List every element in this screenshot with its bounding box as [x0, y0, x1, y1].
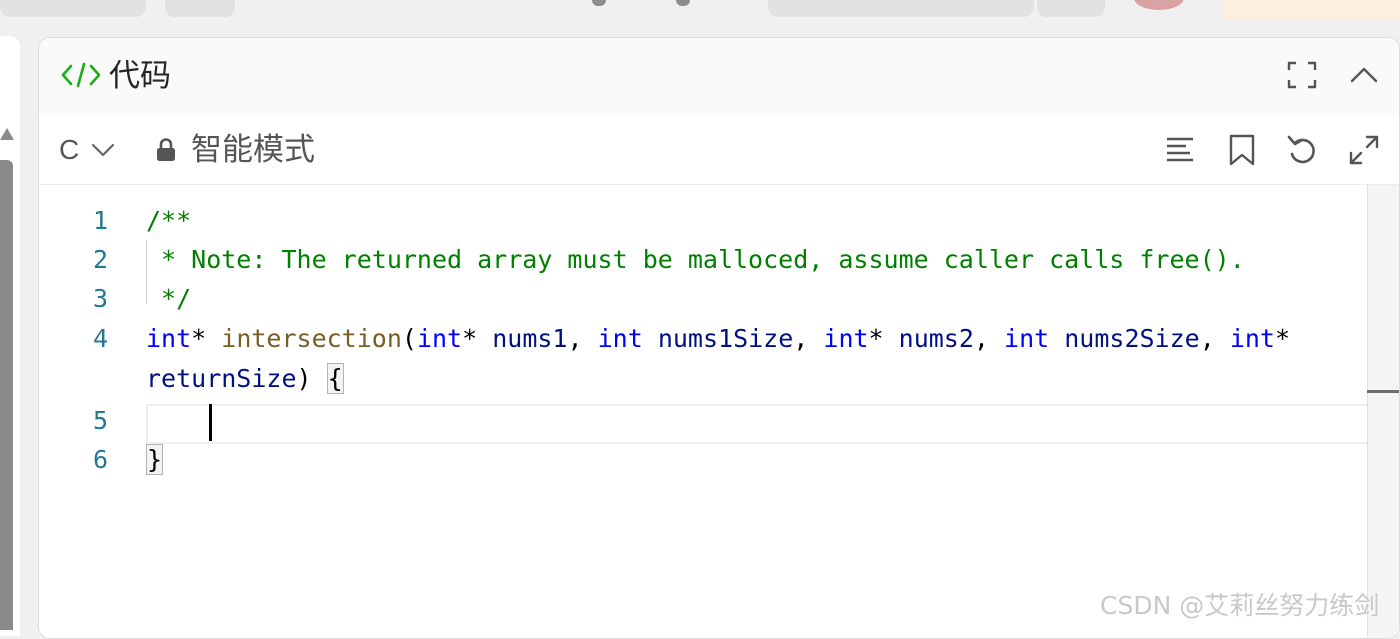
punct-token: ,: [1199, 324, 1230, 353]
punct-token: *: [1274, 324, 1291, 353]
language-label: C: [59, 134, 80, 165]
browser-tab[interactable]: [165, 0, 235, 17]
keyword-token: int: [1004, 324, 1050, 353]
comment-token: /**: [146, 206, 192, 235]
code-line-wrapped: returnSize) {: [39, 359, 1367, 399]
line-number: 6: [92, 445, 108, 474]
function-name-token: intersection: [221, 324, 402, 353]
punct-token: *: [462, 324, 493, 353]
punct-token: ,: [793, 324, 824, 353]
keyword-token: int: [146, 324, 192, 353]
vertical-scrollbar[interactable]: [1367, 185, 1399, 638]
punct-token: (: [401, 324, 417, 353]
punct-token: *: [191, 324, 222, 353]
code-editor[interactable]: 1 /** 2 * Note: The returned array must …: [39, 185, 1399, 638]
line-number: 2: [92, 245, 108, 274]
scroll-up-arrow-icon[interactable]: [0, 128, 14, 140]
fullscreen-icon[interactable]: [1287, 60, 1317, 90]
comment-token: * Note: The returned array must be mallo…: [146, 245, 1245, 274]
expand-icon[interactable]: [1348, 134, 1380, 166]
browser-tab[interactable]: [768, 0, 1034, 17]
scrollbar-cursor-marker: [1367, 390, 1399, 393]
editor-toolbar: C 智能模式: [39, 115, 1399, 185]
bracket-match: {: [326, 363, 344, 394]
lock-icon: [157, 138, 175, 161]
code-line: 3 */: [39, 279, 1367, 319]
code-line: 4 int* intersection(int* nums1, int nums…: [39, 319, 1367, 359]
punct-token: ,: [567, 324, 598, 353]
param-token: nums1: [492, 324, 568, 353]
keyword-token: int: [1229, 324, 1275, 353]
toolbar-icon[interactable]: [676, 0, 690, 6]
mode-indicator[interactable]: 智能模式: [155, 131, 315, 169]
line-number: 5: [92, 406, 108, 435]
punct-token: [1049, 324, 1064, 353]
format-icon[interactable]: [1164, 134, 1196, 166]
code-text: * Note: The returned array must be mallo…: [146, 240, 1245, 280]
line-number: 3: [92, 284, 108, 313]
language-select[interactable]: C: [59, 131, 115, 169]
keyword-token: int: [597, 324, 643, 353]
line-number: 4: [92, 324, 108, 353]
punct-token: ,: [973, 324, 1005, 353]
left-scrollbar-thumb[interactable]: [0, 160, 13, 630]
code-text: */: [146, 279, 191, 319]
code-text: int* intersection(int* nums1, int nums1S…: [146, 319, 1290, 359]
bracket-match: }: [146, 444, 164, 475]
param-token: nums1Size: [657, 324, 794, 353]
panel-header: 代码: [39, 38, 1399, 115]
watermark: CSDN @艾莉丝努力练剑: [1100, 591, 1380, 620]
avatar[interactable]: [1134, 0, 1184, 10]
code-line: 1 /**: [39, 201, 1367, 241]
param-token: nums2Size: [1064, 324, 1200, 353]
punct-token: ): [296, 364, 327, 393]
code-text: /**: [146, 201, 191, 241]
mode-label: 智能模式: [191, 132, 315, 167]
line-number: 1: [92, 206, 108, 235]
param-token: nums2: [898, 324, 974, 353]
undo-icon[interactable]: [1286, 134, 1318, 166]
punct-token: [643, 324, 658, 353]
code-line: 2 * Note: The returned array must be mal…: [39, 240, 1367, 280]
top-right-banner[interactable]: [1222, 0, 1400, 20]
code-line: 5: [39, 401, 1367, 441]
code-line: 6 }: [39, 440, 1367, 480]
browser-tab[interactable]: [1037, 0, 1105, 17]
browser-top-strip: [0, 0, 1400, 20]
toolbar-icon[interactable]: [592, 0, 606, 6]
chevron-up-icon[interactable]: [1349, 60, 1379, 90]
code-panel: 代码 C 智能模式 1 /** 2 * Note: The returned a…: [38, 37, 1400, 639]
code-text: }: [146, 440, 164, 480]
comment-token: */: [146, 284, 192, 313]
code-text: returnSize) {: [146, 359, 344, 399]
chevron-down-icon: [92, 143, 115, 157]
code-icon: [61, 62, 101, 88]
bookmark-icon[interactable]: [1226, 134, 1258, 166]
panel-title: 代码: [109, 58, 171, 93]
keyword-token: int: [823, 324, 869, 353]
keyword-token: int: [416, 324, 463, 353]
punct-token: *: [868, 324, 899, 353]
param-token: returnSize: [146, 364, 297, 393]
browser-tab[interactable]: [0, 0, 146, 17]
